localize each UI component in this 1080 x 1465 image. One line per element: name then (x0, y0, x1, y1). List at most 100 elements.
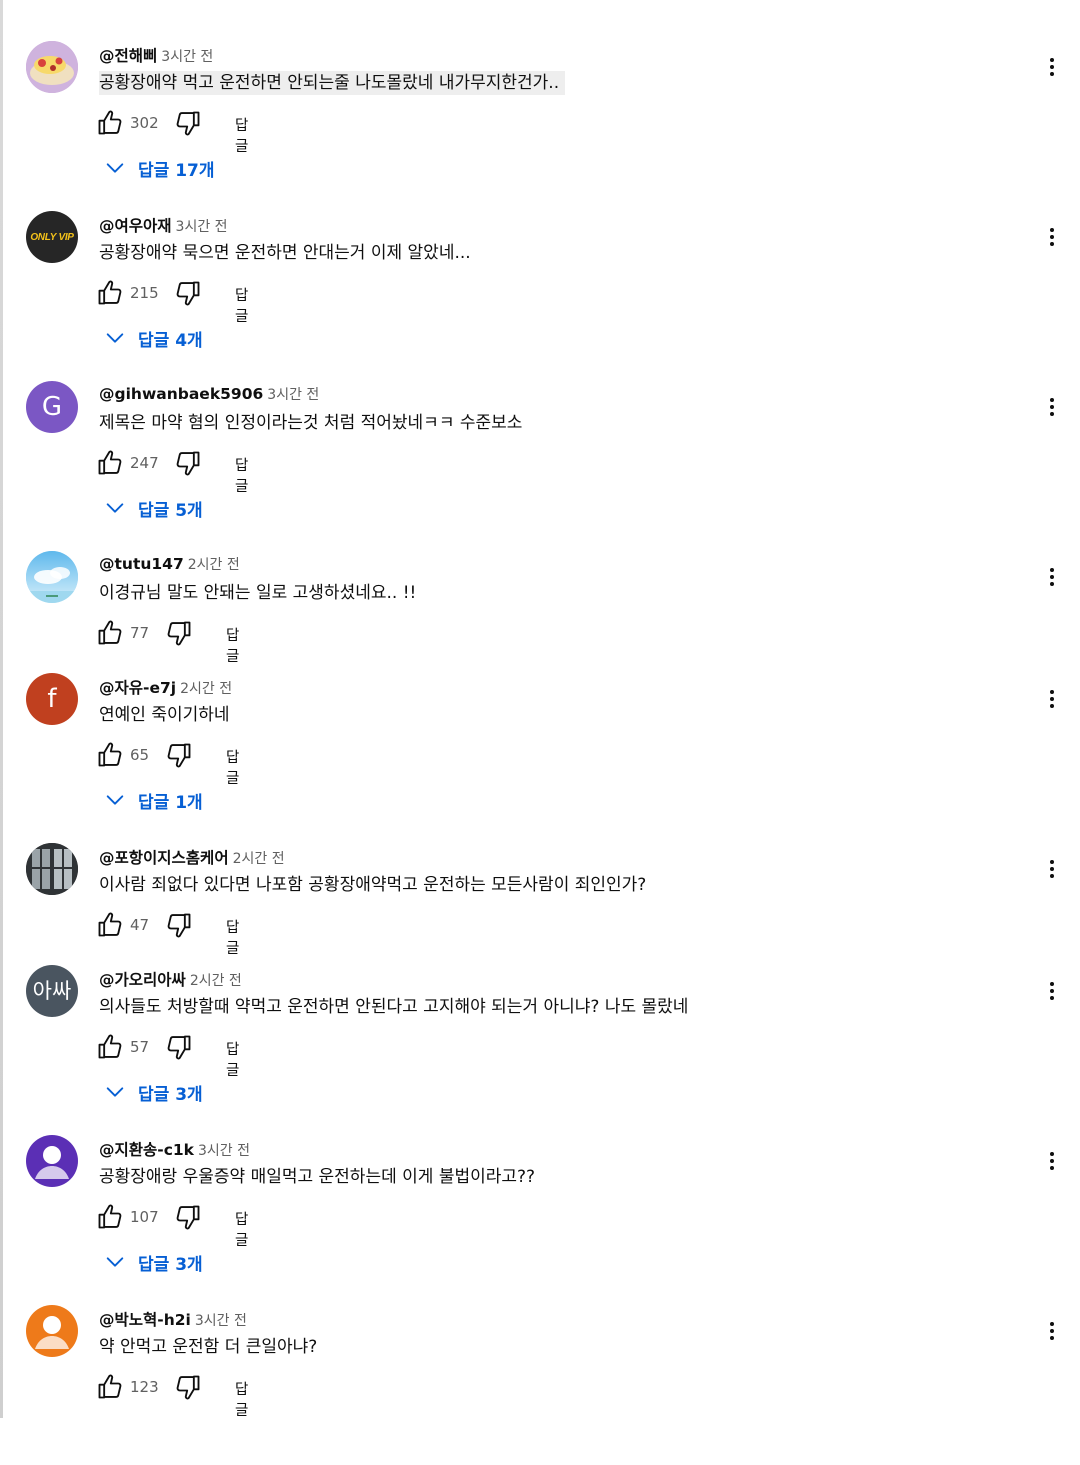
like-button[interactable] (96, 279, 124, 307)
replies-count-label: 답글 3개 (138, 1084, 203, 1105)
replies-toggle[interactable]: 답글 4개 (104, 323, 203, 353)
comment-author[interactable]: @가오리아싸 (99, 971, 186, 989)
chevron-down-icon (104, 157, 138, 179)
comment-author[interactable]: @자유-e7j (99, 679, 176, 697)
avatar[interactable]: f (26, 673, 78, 725)
thumbs-up-icon (96, 1373, 124, 1401)
chevron-down-icon (104, 789, 138, 811)
dislike-button[interactable] (165, 911, 193, 939)
more-vert-icon (1040, 687, 1064, 711)
avatar[interactable] (26, 1305, 78, 1357)
comment-header: @박노혁-h2i 3시간 전 (99, 1308, 247, 1330)
comment-header: @포항이지스홈케어 2시간 전 (99, 846, 285, 868)
more-actions-button[interactable] (1040, 1149, 1064, 1173)
replies-count-label: 답글 3개 (138, 1254, 203, 1275)
comment-time[interactable]: 2시간 전 (190, 973, 242, 989)
reply-button[interactable]: 답글 (235, 114, 248, 156)
comment-text: 공황장애랑 우울증약 매일먹고 운전하는데 이게 불법이라고?? (99, 1167, 536, 1187)
more-actions-button[interactable] (1040, 225, 1064, 249)
avatar[interactable] (26, 1135, 78, 1187)
dislike-button[interactable] (174, 279, 202, 307)
thumbs-down-icon (165, 911, 193, 939)
avatar[interactable]: ONLY VIP (26, 211, 78, 263)
dislike-button[interactable] (174, 109, 202, 137)
comment-author[interactable]: @박노혁-h2i (99, 1311, 191, 1329)
like-button[interactable] (96, 1033, 124, 1061)
like-button[interactable] (96, 1373, 124, 1401)
reply-button[interactable]: 답글 (235, 1378, 248, 1420)
dislike-button[interactable] (174, 449, 202, 477)
like-button[interactable] (96, 109, 124, 137)
comment-author[interactable]: @지환송-c1k (99, 1141, 194, 1159)
thumbs-up-icon (96, 449, 124, 477)
more-vert-icon (1040, 1149, 1064, 1173)
like-count: 57 (130, 1038, 150, 1056)
avatar[interactable] (26, 843, 78, 895)
thumbs-down-icon (174, 1203, 202, 1231)
reply-button[interactable]: 답글 (226, 746, 239, 788)
dislike-button[interactable] (165, 741, 193, 769)
comment-header: @가오리아싸 2시간 전 (99, 968, 242, 990)
thumbs-up-icon (96, 1203, 124, 1231)
comment-author[interactable]: @포항이지스홈케어 (99, 849, 229, 867)
thumbs-down-icon (165, 1033, 193, 1061)
replies-toggle[interactable]: 답글 3개 (104, 1247, 203, 1277)
reply-button[interactable]: 답글 (235, 454, 248, 496)
dislike-button[interactable] (165, 1033, 193, 1061)
comment-author[interactable]: @전해삐 (99, 47, 157, 65)
replies-toggle[interactable]: 답글 1개 (104, 785, 203, 815)
more-actions-button[interactable] (1040, 979, 1064, 1003)
like-count: 77 (130, 624, 150, 642)
like-button[interactable] (96, 741, 124, 769)
thumbs-down-icon (174, 449, 202, 477)
like-count: 123 (130, 1378, 159, 1396)
reply-button[interactable]: 답글 (235, 284, 248, 326)
reply-button[interactable]: 답글 (226, 1038, 239, 1080)
comment-thread: @박노혁-h2i 3시간 전 약 안먹고 운전함 더 큰일아냐? 123 답글 (0, 1305, 1080, 1465)
replies-toggle[interactable]: 답글 3개 (104, 1077, 203, 1107)
comment-time[interactable]: 3시간 전 (198, 1143, 250, 1159)
comment-time[interactable]: 3시간 전 (161, 49, 213, 65)
like-button[interactable] (96, 449, 124, 477)
comment-time[interactable]: 3시간 전 (267, 387, 319, 403)
dislike-button[interactable] (165, 619, 193, 647)
dislike-button[interactable] (174, 1373, 202, 1401)
avatar[interactable] (26, 41, 78, 93)
comment-time[interactable]: 2시간 전 (188, 557, 240, 573)
comment-time[interactable]: 3시간 전 (176, 219, 228, 235)
thumbs-up-icon (96, 279, 124, 307)
more-actions-button[interactable] (1040, 55, 1064, 79)
reply-button[interactable]: 답글 (226, 624, 239, 666)
comment-time[interactable]: 3시간 전 (195, 1313, 247, 1329)
more-actions-button[interactable] (1040, 687, 1064, 711)
comment-author[interactable]: @tutu147 (99, 555, 184, 573)
replies-count-label: 답글 5개 (138, 500, 203, 521)
dislike-button[interactable] (174, 1203, 202, 1231)
comment-author[interactable]: @여우아재 (99, 217, 172, 235)
like-button[interactable] (96, 619, 124, 647)
comment-header: @전해삐 3시간 전 (99, 44, 213, 66)
replies-toggle[interactable]: 답글 5개 (104, 493, 203, 523)
more-actions-button[interactable] (1040, 565, 1064, 589)
more-vert-icon (1040, 857, 1064, 881)
more-vert-icon (1040, 1319, 1064, 1343)
reply-button[interactable]: 답글 (226, 916, 239, 958)
more-actions-button[interactable] (1040, 857, 1064, 881)
more-vert-icon (1040, 979, 1064, 1003)
avatar[interactable]: 아싸 (26, 965, 78, 1017)
comment-text: 제목은 마약 혐의 인정이라는것 처럼 적어놨네ㅋㅋ 수준보소 (99, 413, 523, 433)
chevron-down-icon (104, 1251, 138, 1273)
comment-time[interactable]: 2시간 전 (180, 681, 232, 697)
comment-time[interactable]: 2시간 전 (233, 851, 285, 867)
like-button[interactable] (96, 1203, 124, 1231)
like-button[interactable] (96, 911, 124, 939)
avatar[interactable] (26, 551, 78, 603)
thumbs-down-icon (174, 279, 202, 307)
reply-button[interactable]: 답글 (235, 1208, 248, 1250)
more-actions-button[interactable] (1040, 395, 1064, 419)
comment-text: 이사람 죄없다 있다면 나포함 공황장애약먹고 운전하는 모든사람이 죄인인가? (99, 875, 647, 895)
more-actions-button[interactable] (1040, 1319, 1064, 1343)
avatar[interactable]: G (26, 381, 78, 433)
comment-author[interactable]: @gihwanbaek5906 (99, 385, 263, 403)
replies-toggle[interactable]: 답글 17개 (104, 153, 215, 183)
